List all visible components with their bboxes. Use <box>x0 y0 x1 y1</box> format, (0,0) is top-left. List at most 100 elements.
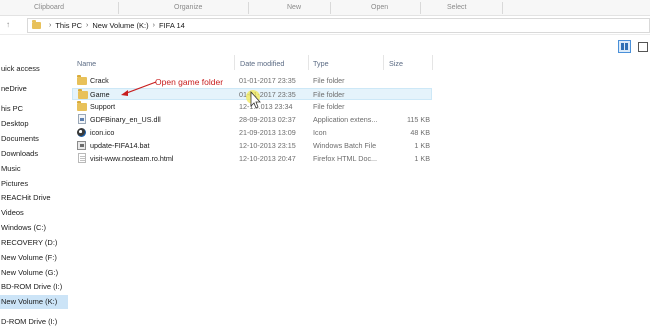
file-name: icon.ico <box>90 128 115 137</box>
column-divider[interactable] <box>308 55 309 70</box>
ribbon-group-new: New <box>287 4 302 11</box>
nav-item-label: his PC <box>1 104 24 113</box>
address-bar-row: ↑ › This PC › New Volume (K:) › FIFA 14 <box>0 16 650 35</box>
ribbon-divider <box>118 2 119 14</box>
file-type: Windows Batch File <box>313 141 377 150</box>
nav-item-label: Videos <box>1 208 24 217</box>
ribbon-group-open: Open <box>371 4 389 11</box>
nav-item-label: Pictures <box>1 179 29 188</box>
nav-item-new-volume-f[interactable]: New Volume (F:) <box>0 251 68 265</box>
file-size: 1 KB <box>414 141 430 150</box>
ribbon-group-clipboard: Clipboard <box>34 4 64 11</box>
nav-item-recovery-d[interactable]: RECOVERY (D:) <box>0 236 68 250</box>
nav-item-label: BD-ROM Drive (I:) <box>1 282 63 291</box>
chevron-right-icon[interactable]: › <box>49 22 51 29</box>
ribbon-divider <box>420 2 421 14</box>
file-size: 1 KB <box>414 154 430 163</box>
file-type: File folder <box>313 90 345 99</box>
breadcrumb-this-pc[interactable]: This PC <box>55 21 82 30</box>
column-header-name[interactable]: Name <box>77 59 96 68</box>
file-type: Firefox HTML Doc... <box>313 154 378 163</box>
batch-file-icon <box>77 141 86 150</box>
nav-item-label: Music <box>1 164 21 173</box>
nav-item-new-volume-g[interactable]: New Volume (G:) <box>0 266 68 280</box>
breadcrumb-new-volume-k[interactable]: New Volume (K:) <box>92 21 148 30</box>
nav-item-pictures[interactable]: Pictures <box>0 177 68 191</box>
nav-item-label: RECOVERY (D:) <box>1 238 58 247</box>
nav-item-quick-access[interactable]: uick access <box>0 62 68 76</box>
nav-item-videos[interactable]: Videos <box>0 206 68 220</box>
ribbon-divider <box>502 2 503 14</box>
ribbon-group-organize: Organize <box>174 4 203 11</box>
file-size: 48 KB <box>410 128 430 137</box>
folder-icon <box>77 101 87 111</box>
nav-item-dvd-rom-drive[interactable]: D-ROM Drive (I:) <box>0 315 68 327</box>
details-view-icon[interactable] <box>618 40 631 53</box>
breadcrumb-fifa-14[interactable]: FIFA 14 <box>159 21 185 30</box>
file-date: 12-10-2013 20:47 <box>239 154 296 163</box>
ribbon-divider <box>248 2 249 14</box>
nav-item-reachit-drive[interactable]: REACHit Drive <box>0 191 68 205</box>
annotation-label: Open game folder <box>155 77 224 87</box>
nav-item-label: New Volume (F:) <box>1 253 57 262</box>
file-name: GDFBinary_en_US.dll <box>90 115 161 124</box>
nav-item-label: Desktop <box>1 119 29 128</box>
file-row-gdfbinary-dll[interactable]: GDFBinary_en_US.dll 28-09-2013 02:37 App… <box>72 114 432 126</box>
file-row-update-bat[interactable]: update-FIFA14.bat 12-10-2013 23:15 Windo… <box>72 140 432 152</box>
file-date: 28-09-2013 02:37 <box>239 115 296 124</box>
nav-item-label: Windows (C:) <box>1 223 47 232</box>
file-name: Game <box>90 90 110 99</box>
address-bar[interactable]: › This PC › New Volume (K:) › FIFA 14 <box>27 18 650 33</box>
file-date: 12-10-2013 23:15 <box>239 141 296 150</box>
file-date: 21-09-2013 13:09 <box>239 128 296 137</box>
folder-icon <box>32 20 41 29</box>
column-divider[interactable] <box>234 55 235 70</box>
large-icons-view-icon[interactable] <box>636 40 649 53</box>
nav-item-new-volume-k[interactable]: New Volume (K:) <box>0 295 68 309</box>
file-date: 01-01-2017 23:35 <box>239 76 296 85</box>
column-header-type[interactable]: Type <box>313 59 329 68</box>
column-header-date-modified[interactable]: Date modified <box>240 59 284 68</box>
ribbon-divider <box>330 2 331 14</box>
nav-item-desktop[interactable]: Desktop <box>0 117 68 131</box>
navigation-pane: uick access neDrive his PC Desktop Docum… <box>0 36 68 327</box>
nav-item-onedrive[interactable]: neDrive <box>0 82 68 96</box>
nav-item-music[interactable]: Music <box>0 162 68 176</box>
nav-item-label: uick access <box>1 64 40 73</box>
annotation-arrow-icon <box>121 81 157 96</box>
nav-item-bd-rom-drive[interactable]: BD-ROM Drive (I:) <box>0 280 68 294</box>
column-divider[interactable] <box>383 55 384 70</box>
column-header-size[interactable]: Size <box>389 59 403 68</box>
file-type: File folder <box>313 102 345 111</box>
nav-item-label: neDrive <box>1 84 27 93</box>
file-name: Support <box>90 102 116 111</box>
nav-item-documents[interactable]: Documents <box>0 132 68 146</box>
chevron-right-icon[interactable]: › <box>86 22 88 29</box>
file-name: update-FIFA14.bat <box>90 141 150 150</box>
ico-file-icon <box>77 128 86 137</box>
file-type: File folder <box>313 76 345 85</box>
folder-icon <box>77 75 87 85</box>
nav-item-windows-c[interactable]: Windows (C:) <box>0 221 68 235</box>
nav-item-label: D-ROM Drive (I:) <box>1 317 58 326</box>
mouse-cursor-icon <box>246 90 261 109</box>
nav-item-label: Downloads <box>1 149 39 158</box>
ribbon-group-labels: Clipboard Organize New Open Select <box>0 0 650 16</box>
nav-item-this-pc[interactable]: his PC <box>0 102 68 116</box>
nav-item-label: New Volume (G:) <box>1 268 59 277</box>
nav-item-downloads[interactable]: Downloads <box>0 147 68 161</box>
file-name: visit-www.nosteam.ro.html <box>90 154 174 163</box>
file-row-visit-html[interactable]: visit-www.nosteam.ro.html 12-10-2013 20:… <box>72 153 432 165</box>
column-divider[interactable] <box>432 55 433 70</box>
nav-item-label: Documents <box>1 134 39 143</box>
file-row-icon-ico[interactable]: icon.ico 21-09-2013 13:09 Icon 48 KB <box>72 127 432 139</box>
back-arrow-icon[interactable]: ↑ <box>6 20 10 29</box>
folder-icon <box>78 89 88 99</box>
html-file-icon <box>78 153 86 163</box>
file-size: 115 KB <box>406 115 430 124</box>
nav-item-label: REACHit Drive <box>1 193 51 202</box>
ribbon-group-select: Select <box>447 4 467 11</box>
chevron-right-icon[interactable]: › <box>153 22 155 29</box>
dll-file-icon <box>78 114 86 124</box>
file-type: Icon <box>313 128 327 137</box>
